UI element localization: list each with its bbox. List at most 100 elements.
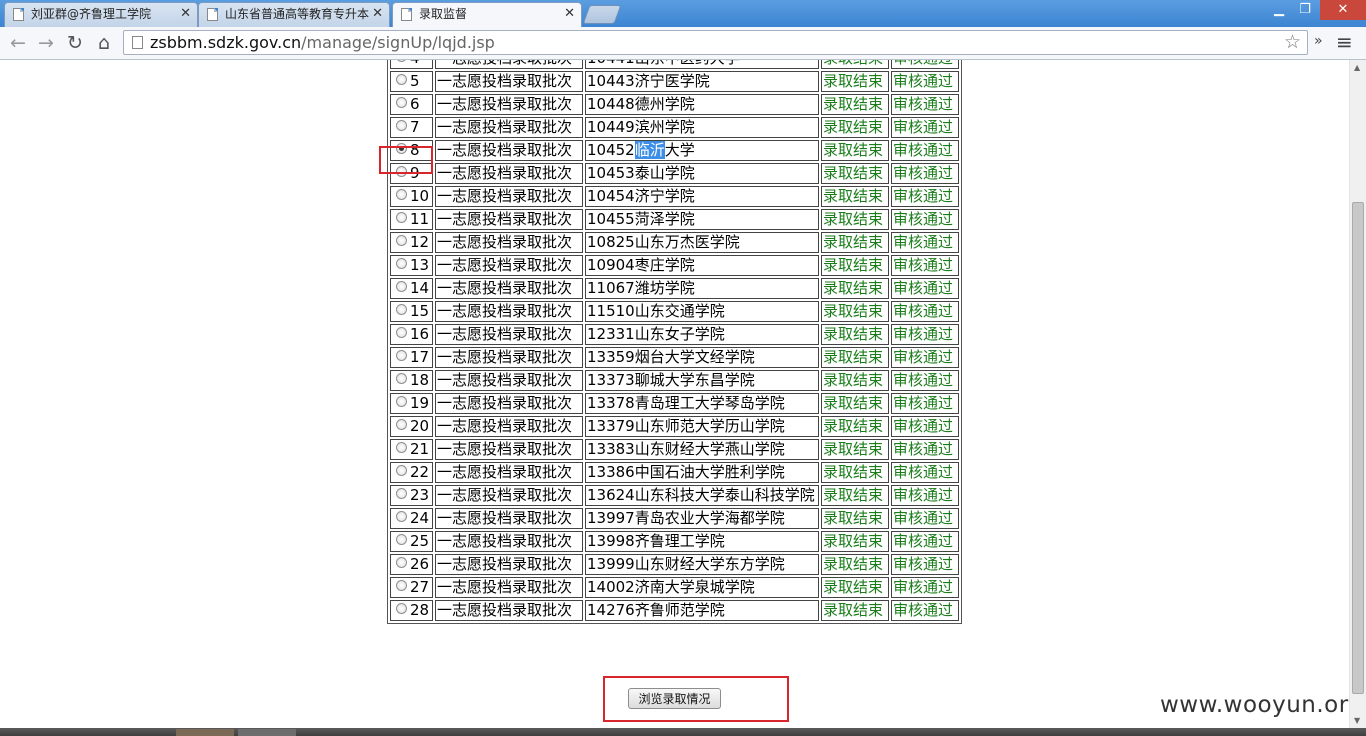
status-link[interactable]: 录取结束 bbox=[821, 301, 889, 322]
status-link[interactable]: 录取结束 bbox=[821, 554, 889, 575]
minimize-icon[interactable]: ▁ bbox=[1268, 0, 1290, 20]
status-link[interactable]: 录取结束 bbox=[821, 416, 889, 437]
row-radio[interactable] bbox=[396, 235, 407, 246]
review-link[interactable]: 审核通过 bbox=[891, 347, 959, 368]
row-radio[interactable] bbox=[396, 350, 407, 361]
tab-1[interactable]: 刘亚群@齐鲁理工学院 ✕ bbox=[4, 2, 198, 27]
browse-admission-button[interactable]: 浏览录取情况 bbox=[628, 688, 721, 709]
review-link[interactable]: 审核通过 bbox=[891, 278, 959, 299]
extensions-overflow-icon[interactable]: » bbox=[1314, 33, 1323, 49]
close-icon[interactable]: ✕ bbox=[180, 3, 191, 25]
row-radio[interactable] bbox=[396, 258, 407, 269]
review-link[interactable]: 审核通过 bbox=[891, 255, 959, 276]
review-link[interactable]: 审核通过 bbox=[891, 531, 959, 552]
row-radio[interactable] bbox=[396, 557, 407, 568]
row-radio[interactable] bbox=[396, 419, 407, 430]
row-radio[interactable] bbox=[396, 396, 407, 407]
status-link[interactable]: 录取结束 bbox=[821, 393, 889, 414]
status-link[interactable]: 录取结束 bbox=[821, 324, 889, 345]
status-link[interactable]: 录取结束 bbox=[821, 462, 889, 483]
review-link[interactable]: 审核通过 bbox=[891, 94, 959, 115]
status-link[interactable]: 录取结束 bbox=[821, 439, 889, 460]
address-bar[interactable]: zsbbm.sdzk.gov.cn/manage/signUp/lqjd.jsp… bbox=[123, 30, 1308, 55]
hamburger-menu-icon[interactable]: ≡ bbox=[1336, 30, 1353, 54]
close-icon[interactable]: ✕ bbox=[372, 3, 383, 25]
review-link[interactable]: 审核通过 bbox=[891, 186, 959, 207]
review-link[interactable]: 审核通过 bbox=[891, 140, 959, 161]
tab-2[interactable]: 山东省普通高等教育专升本 ✕ bbox=[198, 2, 390, 27]
row-radio[interactable] bbox=[396, 60, 407, 62]
row-radio[interactable] bbox=[396, 442, 407, 453]
review-link[interactable]: 审核通过 bbox=[891, 117, 959, 138]
status-link[interactable]: 录取结束 bbox=[821, 60, 889, 69]
review-link[interactable]: 审核通过 bbox=[891, 393, 959, 414]
tab-3-active[interactable]: 录取监督 ✕ bbox=[392, 2, 582, 27]
close-icon[interactable]: ✕ bbox=[564, 3, 575, 25]
row-radio[interactable] bbox=[396, 74, 407, 85]
star-icon[interactable]: ☆ bbox=[1284, 31, 1301, 54]
row-radio[interactable] bbox=[396, 465, 407, 476]
review-link[interactable]: 审核通过 bbox=[891, 163, 959, 184]
row-radio[interactable] bbox=[396, 281, 407, 292]
status-link[interactable]: 录取结束 bbox=[821, 347, 889, 368]
url-text[interactable]: zsbbm.sdzk.gov.cn/manage/signUp/lqjd.jsp bbox=[150, 33, 495, 53]
row-radio[interactable] bbox=[396, 304, 407, 315]
forward-arrow-icon[interactable]: → bbox=[34, 31, 58, 55]
status-link[interactable]: 录取结束 bbox=[821, 508, 889, 529]
review-link[interactable]: 审核通过 bbox=[891, 462, 959, 483]
review-link[interactable]: 审核通过 bbox=[891, 508, 959, 529]
status-link[interactable]: 录取结束 bbox=[821, 531, 889, 552]
row-radio[interactable] bbox=[396, 97, 407, 108]
row-radio[interactable] bbox=[396, 488, 407, 499]
review-link[interactable]: 审核通过 bbox=[891, 577, 959, 598]
row-radio[interactable] bbox=[396, 212, 407, 223]
review-link[interactable]: 审核通过 bbox=[891, 439, 959, 460]
scroll-up-icon[interactable]: ▲ bbox=[1354, 63, 1360, 72]
review-link[interactable]: 审核通过 bbox=[891, 71, 959, 92]
row-radio[interactable] bbox=[396, 511, 407, 522]
review-link[interactable]: 审核通过 bbox=[891, 554, 959, 575]
row-radio[interactable] bbox=[396, 120, 407, 131]
scroll-down-icon[interactable]: ▼ bbox=[1354, 716, 1360, 725]
restore-icon[interactable]: ❐ bbox=[1294, 0, 1316, 20]
status-link[interactable]: 录取结束 bbox=[821, 71, 889, 92]
vertical-scrollbar[interactable]: ▲ ▼ bbox=[1349, 60, 1366, 728]
status-link[interactable]: 录取结束 bbox=[821, 186, 889, 207]
review-link[interactable]: 审核通过 bbox=[891, 416, 959, 437]
taskbar-item[interactable] bbox=[176, 729, 234, 736]
status-link[interactable]: 录取结束 bbox=[821, 232, 889, 253]
back-arrow-icon[interactable]: ← bbox=[6, 31, 30, 55]
row-radio[interactable] bbox=[396, 189, 407, 200]
row-radio[interactable] bbox=[396, 534, 407, 545]
batch-cell: 一志愿投档录取批次 bbox=[435, 462, 583, 483]
status-link[interactable]: 录取结束 bbox=[821, 485, 889, 506]
status-link[interactable]: 录取结束 bbox=[821, 94, 889, 115]
row-radio[interactable] bbox=[396, 327, 407, 338]
status-link[interactable]: 录取结束 bbox=[821, 117, 889, 138]
row-radio[interactable] bbox=[396, 580, 407, 591]
status-link[interactable]: 录取结束 bbox=[821, 209, 889, 230]
reload-icon[interactable]: ↻ bbox=[63, 31, 87, 55]
new-tab-button[interactable] bbox=[582, 5, 622, 24]
status-link[interactable]: 录取结束 bbox=[821, 370, 889, 391]
review-link[interactable]: 审核通过 bbox=[891, 209, 959, 230]
status-link[interactable]: 录取结束 bbox=[821, 255, 889, 276]
status-link[interactable]: 录取结束 bbox=[821, 577, 889, 598]
review-link[interactable]: 审核通过 bbox=[891, 485, 959, 506]
window-close-icon[interactable]: ✕ bbox=[1320, 0, 1366, 20]
home-icon[interactable]: ⌂ bbox=[92, 31, 116, 55]
status-link[interactable]: 录取结束 bbox=[821, 163, 889, 184]
taskbar-item[interactable] bbox=[238, 729, 296, 736]
status-link[interactable]: 录取结束 bbox=[821, 600, 889, 621]
review-link[interactable]: 审核通过 bbox=[891, 370, 959, 391]
review-link[interactable]: 审核通过 bbox=[891, 600, 959, 621]
review-link[interactable]: 审核通过 bbox=[891, 232, 959, 253]
review-link[interactable]: 审核通过 bbox=[891, 324, 959, 345]
status-link[interactable]: 录取结束 bbox=[821, 278, 889, 299]
row-radio[interactable] bbox=[396, 603, 407, 614]
review-link[interactable]: 审核通过 bbox=[891, 60, 959, 69]
status-link[interactable]: 录取结束 bbox=[821, 140, 889, 161]
scroll-thumb[interactable] bbox=[1352, 202, 1364, 694]
row-radio[interactable] bbox=[396, 373, 407, 384]
review-link[interactable]: 审核通过 bbox=[891, 301, 959, 322]
